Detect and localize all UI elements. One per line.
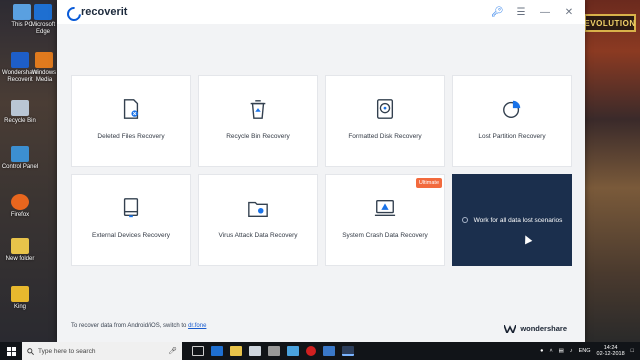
people-icon[interactable]: ●: [540, 348, 543, 354]
recycle-bin-icon: [250, 100, 266, 119]
disk-icon: [376, 99, 394, 119]
taskbar: Type here to search 🎤︎ ● ˄ ▤ ♪ ENG 14:24…: [0, 342, 640, 360]
card-label: Formatted Disk Recovery: [348, 133, 422, 140]
card-lost-partition[interactable]: Lost Partition Recovery: [452, 75, 572, 167]
system-tray: ● ˄ ▤ ♪ ENG 14:24 02-12-2018 □: [540, 345, 640, 357]
card-system-crash[interactable]: Ultimate System Crash Data Recovery: [325, 174, 445, 266]
volume-icon[interactable]: ♪: [570, 348, 573, 354]
menu-icon[interactable]: ☰: [515, 7, 527, 18]
taskbar-apps: [192, 346, 354, 356]
minimize-icon[interactable]: —: [539, 7, 551, 18]
all-scenarios-icon: [461, 217, 468, 223]
ultimate-badge: Ultimate: [415, 178, 442, 188]
clock-date: 02-12-2018: [596, 351, 625, 357]
drfone-link[interactable]: dr.fone: [188, 323, 206, 329]
desktop-icon-new-folder[interactable]: New folder: [0, 238, 40, 263]
desktop-icon-label: Windows Media: [31, 70, 57, 83]
desktop-icon-king[interactable]: King: [0, 286, 40, 311]
wondershare-brand: wondershare: [504, 324, 567, 333]
media-icon: [35, 52, 53, 68]
desktop-icon-recycle-bin[interactable]: Recycle Bin: [0, 100, 40, 125]
clock[interactable]: 14:24 02-12-2018: [597, 345, 625, 357]
desktop-icon-label: Control Panel: [1, 164, 39, 170]
desktop-icon-label: Firefox: [10, 212, 30, 218]
card-formatted-disk[interactable]: Formatted Disk Recovery: [325, 75, 445, 167]
external-device-icon: [123, 198, 139, 218]
language-indicator[interactable]: ENG: [579, 348, 591, 354]
desktop-icon-media[interactable]: Windows Media: [28, 52, 60, 84]
desktop-icon-edge[interactable]: Microsoft Edge: [26, 4, 60, 36]
desktop-icon-label: Microsoft Edge: [30, 22, 56, 35]
search-icon: [27, 347, 34, 355]
desktop-icon-firefox[interactable]: Firefox: [0, 194, 40, 219]
mouse-cursor-icon: [521, 233, 533, 245]
recoverit-logo-icon: [67, 7, 77, 17]
recoverit-taskbar-icon[interactable]: [342, 346, 354, 356]
card-all-scenarios[interactable]: Work for all data lost scenarios: [452, 174, 572, 266]
firefox-icon: [11, 194, 29, 210]
footer-prefix: To recover data from Android/iOS, switch…: [71, 323, 189, 329]
microphone-icon[interactable]: 🎤︎: [168, 347, 177, 355]
notification-icon[interactable]: □: [631, 348, 634, 354]
key-icon[interactable]: 🔑︎: [491, 7, 504, 18]
explorer-taskbar-icon[interactable]: [230, 346, 242, 356]
card-label: Virus Attack Data Recovery: [218, 232, 298, 239]
system-crash-icon: [374, 199, 396, 217]
record-taskbar-icon[interactable]: [306, 346, 316, 356]
chevron-up-icon[interactable]: ˄: [549, 348, 552, 354]
start-button[interactable]: [0, 342, 22, 360]
recoverit-icon: [11, 52, 29, 68]
recovery-options-grid: Deleted Files Recovery Recycle Bin Recov…: [71, 75, 573, 268]
desktop-icon-label: New folder: [5, 256, 35, 262]
folder-icon: [11, 238, 29, 254]
card-recycle-bin[interactable]: Recycle Bin Recovery: [198, 75, 318, 167]
control-panel-icon: [11, 146, 29, 162]
search-placeholder: Type here to search: [38, 347, 96, 355]
recoverit-window: recoverit 🔑︎ ☰ — ✕ Deleted Files Recover…: [57, 0, 585, 342]
card-virus-attack[interactable]: Virus Attack Data Recovery: [198, 174, 318, 266]
card-deleted-files[interactable]: Deleted Files Recovery: [71, 75, 191, 167]
king-icon: [11, 286, 29, 302]
desktop-icon-label: King: [13, 304, 26, 310]
desktop-icon-control-panel[interactable]: Control Panel: [0, 146, 40, 171]
taskbar-search[interactable]: Type here to search 🎤︎: [22, 342, 182, 360]
app-taskbar-icon[interactable]: [268, 346, 280, 356]
wondershare-logo-icon: [504, 324, 517, 333]
store-taskbar-icon[interactable]: [249, 346, 261, 356]
app3-taskbar-icon[interactable]: [323, 346, 335, 356]
desktop-right-wallpaper: EVOLUTION: [580, 0, 640, 342]
partition-pie-icon: [503, 100, 521, 118]
footer-note: To recover data from Android/iOS, switch…: [71, 323, 206, 329]
deleted-file-icon: [123, 99, 139, 119]
edge-icon: [34, 4, 52, 20]
windows-icon: [6, 346, 16, 356]
brand-name: wondershare: [520, 324, 567, 333]
close-icon[interactable]: ✕: [563, 7, 575, 18]
card-label: Recycle Bin Recovery: [226, 133, 290, 140]
desktop-icon-label: Recycle Bin: [4, 118, 36, 124]
card-label: Lost Partition Recovery: [478, 133, 546, 140]
edge-taskbar-icon[interactable]: [211, 346, 223, 356]
card-label: Work for all data lost scenarios: [473, 216, 563, 224]
card-label: System Crash Data Recovery: [342, 232, 428, 239]
title-bar: recoverit 🔑︎ ☰ — ✕: [57, 0, 585, 24]
card-external-devices[interactable]: External Devices Recovery: [71, 174, 191, 266]
wallpaper-sign: EVOLUTION: [584, 14, 636, 32]
app-logo: recoverit: [67, 6, 127, 18]
task-view-icon[interactable]: [192, 346, 204, 356]
recycle-bin-desktop-icon: [11, 100, 29, 116]
app2-taskbar-icon[interactable]: [287, 346, 299, 356]
virus-folder-icon: [248, 201, 268, 217]
network-icon[interactable]: ▤: [559, 348, 564, 354]
app-name: recoverit: [81, 6, 128, 18]
card-label: External Devices Recovery: [91, 232, 171, 239]
card-label: Deleted Files Recovery: [97, 133, 165, 140]
